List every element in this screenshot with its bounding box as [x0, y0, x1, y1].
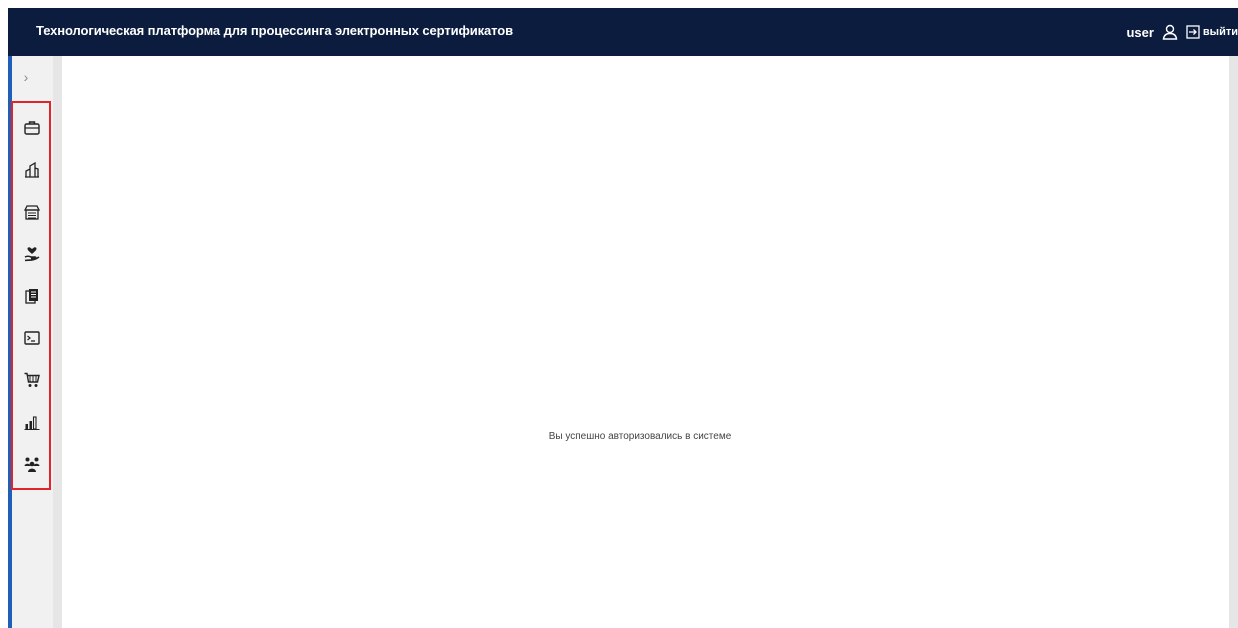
- bar-chart-icon: [24, 416, 40, 430]
- sidebar-item-terminal[interactable]: [21, 327, 43, 349]
- building-icon: [25, 161, 39, 178]
- sidebar-item-storefront[interactable]: [21, 201, 43, 223]
- app-window: Технологическая платформа для процессинг…: [0, 0, 1238, 628]
- documents-icon: [25, 289, 38, 304]
- sidebar-nav-group: [11, 101, 51, 490]
- logout-link[interactable]: выйти: [1203, 26, 1238, 38]
- chevron-right-icon: ›: [23, 69, 29, 85]
- user-area: user выйти: [1126, 22, 1238, 42]
- sidebar-item-cart[interactable]: [21, 369, 43, 391]
- briefcase-icon: [24, 121, 40, 135]
- users-group-icon: [24, 457, 40, 472]
- sidebar-item-analytics[interactable]: [21, 411, 43, 433]
- user-icon[interactable]: [1162, 24, 1178, 40]
- header-bar: Технологическая платформа для процессинг…: [8, 8, 1238, 56]
- heart-hand-icon: [24, 247, 40, 262]
- sidebar-item-users[interactable]: [21, 453, 43, 475]
- sidebar-item-documents[interactable]: [21, 285, 43, 307]
- sidebar-expand-toggle[interactable]: ›: [14, 67, 38, 87]
- sidebar-item-building[interactable]: [21, 159, 43, 181]
- content-left-shade: [53, 56, 62, 628]
- main-content: Вы успешно авторизовались в системе: [62, 56, 1229, 628]
- terminal-icon: [24, 331, 40, 345]
- login-success-message: Вы успешно авторизовались в системе: [548, 431, 732, 442]
- storefront-icon: [23, 205, 41, 220]
- shopping-cart-icon: [24, 372, 40, 387]
- sidebar-item-briefcase[interactable]: [21, 117, 43, 139]
- app-title: Технологическая платформа для процессинг…: [36, 23, 514, 38]
- logout-icon[interactable]: [1186, 25, 1200, 39]
- sidebar-item-charity[interactable]: [21, 243, 43, 265]
- content-right-shade: [1229, 56, 1238, 628]
- username[interactable]: user: [1126, 25, 1153, 40]
